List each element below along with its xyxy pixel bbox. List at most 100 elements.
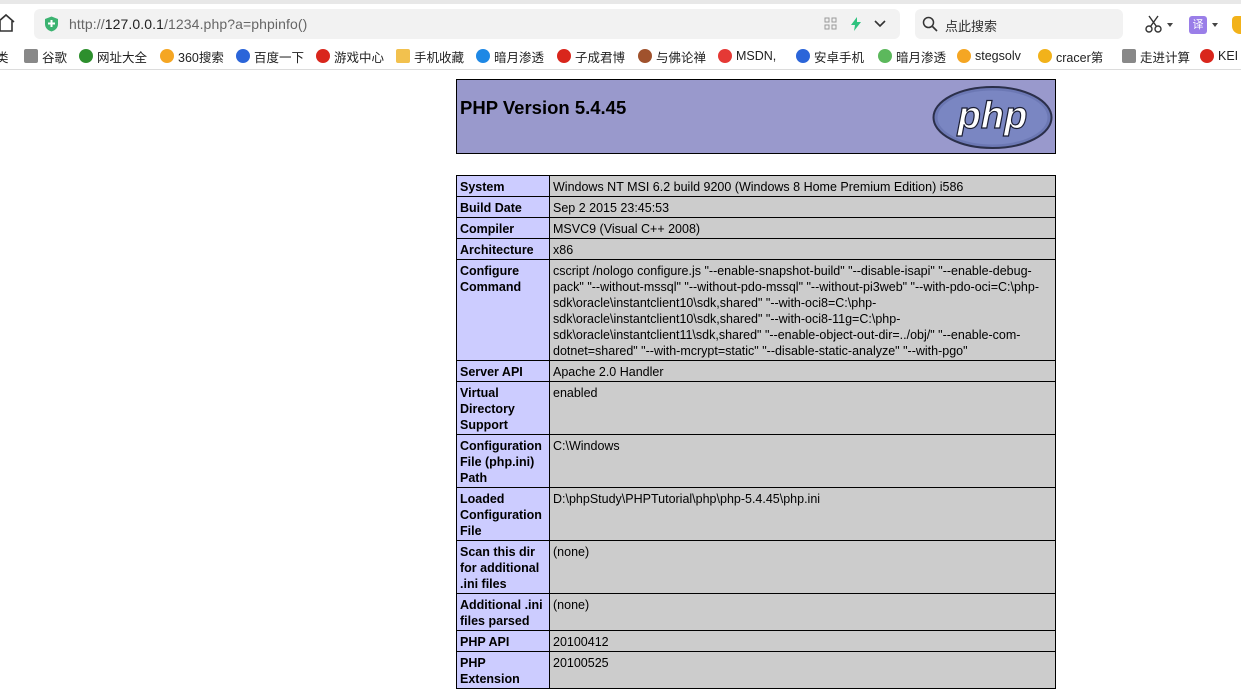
avatar-icon [638,49,652,63]
bookmark-label: 子成君博 [575,50,625,65]
row-key: System [456,175,550,197]
row-value: cscript /nologo configure.js "--enable-s… [549,259,1056,361]
bookmark-item[interactable]: 安卓手机 [796,48,868,65]
bookmark-item[interactable]: 走进计算 [1122,48,1190,65]
shield-icon [44,16,59,32]
row-value: C:\Windows [549,434,1056,488]
site-directory-icon [79,49,93,63]
php-logo[interactable]: php [932,86,1053,149]
bookmark-label: 类 [0,50,9,65]
bookmark-item[interactable]: cracer第 [1038,48,1110,65]
scissors-menu-caret-icon[interactable] [1167,23,1173,27]
row-key: PHP API [456,630,550,652]
bookmark-item[interactable]: 手机收藏 [396,48,468,65]
bookmark-item[interactable]: 暗月渗透 [878,48,948,65]
row-key: Configure Command [456,259,550,361]
table-row: PHP API 20100412 [456,630,1056,652]
row-key: Server API [456,360,550,382]
row-value: (none) [549,540,1056,594]
table-row: Loaded Configuration File D:\phpStudy\PHP… [456,487,1056,541]
row-key: Loaded Configuration File [456,487,550,541]
table-row: Virtual Directory Support enabled [456,381,1056,435]
bookmark-item[interactable]: 与佛论禅 [638,48,706,65]
bookmark-label: KEI [1218,49,1239,63]
bookmark-label: 游戏中心 [334,50,385,65]
table-row: System Windows NT MSI 6.2 build 9200 (Win… [456,175,1056,197]
table-row: Compiler MSVC9 (Visual C++ 2008) [456,217,1056,239]
bookmarks-bar: 类 谷歌 网址大全 360搜索 百度一下 游戏中心 手机收藏 暗月渗透 子成君博 与佛论禅 MSDN… [0,42,1241,70]
row-key: Architecture [456,238,550,260]
bookmark-item[interactable]: 类 [0,48,16,65]
bookmark-item[interactable]: 子成君博 [557,48,625,65]
row-key: Build Date [456,196,550,218]
translate-icon[interactable]: 译 [1189,16,1207,34]
page-icon [24,49,38,63]
bookmark-item[interactable]: stegsolv [957,48,1029,64]
table-row: Build Date Sep 2 2015 23:45:53 [456,196,1056,218]
bookmark-item[interactable]: MSDN, [718,48,788,64]
baidu-paw-icon [236,49,250,63]
scissors-icon[interactable] [1145,14,1163,34]
table-row: Configuration File (php.ini) Path C:\Wind… [456,434,1056,488]
bookmark-item[interactable]: 暗月渗透 [476,48,546,65]
search-placeholder: 点此搜索 [945,19,998,34]
row-key: Compiler [456,217,550,239]
bookmark-label: 360搜索 [178,50,224,65]
row-value: Windows NT MSI 6.2 build 9200 (Windows 8… [549,175,1056,197]
bookmark-label: cracer第 [1056,50,1104,65]
extension-shield-icon[interactable] [1232,16,1241,34]
table-row: Additional .ini files parsed (none) [456,593,1056,631]
bookmark-label: 走进计算 [1140,50,1190,65]
bookmark-item[interactable]: 游戏中心 [316,48,386,65]
chevron-down-icon[interactable] [872,16,888,32]
row-value: 20100412 [549,630,1056,652]
bookmark-item[interactable]: 谷歌 [24,48,69,65]
table-row: Server API Apache 2.0 Handler [456,360,1056,382]
grid-icon[interactable] [823,16,839,32]
phpinfo-table: System Windows NT MSI 6.2 build 9200 (Win… [456,175,1056,689]
row-value: MSVC9 (Visual C++ 2008) [549,217,1056,239]
green-dot-icon [878,49,892,63]
row-value: (none) [549,593,1056,631]
translate-menu-caret-icon[interactable] [1212,23,1218,27]
bookmark-label: 安卓手机 [814,50,865,65]
bookmark-label: 暗月渗透 [896,50,947,65]
search-box[interactable]: 点此搜索 [915,9,1123,39]
home-icon[interactable] [0,13,16,33]
crown-icon [1038,49,1052,63]
url-text[interactable]: http://127.0.0.1/1234.php?a=phpinfo() [69,16,307,32]
row-value: x86 [549,238,1056,260]
table-row: PHP Extension 20100525 [456,651,1056,689]
url-prefix: http:// [69,16,105,32]
row-value: enabled [549,381,1056,435]
row-value: 20100525 [549,651,1056,689]
game-center-icon [316,49,330,63]
bookmark-label: 手机收藏 [414,50,465,65]
bookmark-item[interactable]: KEI [1200,48,1241,64]
page-icon [1122,49,1136,63]
url-host: 127.0.0.1 [104,16,165,32]
url-path: /1234.php?a=phpinfo() [164,16,308,32]
bookmark-label: 谷歌 [42,50,68,65]
bookmark-label: 网址大全 [97,50,148,65]
search-icon [922,16,938,32]
bookmark-item[interactable]: 360搜索 [160,48,228,65]
lightning-icon[interactable] [848,16,864,32]
bookmark-label: 百度一下 [254,50,305,65]
bookmark-item[interactable]: 网址大全 [79,48,149,65]
bookmark-label: stegsolv [975,49,1021,63]
blog-icon [557,49,571,63]
row-value: D:\phpStudy\PHPTutorial\php\php-5.4.45\p… [549,487,1056,541]
page-title: PHP Version 5.4.45 [460,97,627,118]
bookmark-item[interactable]: 百度一下 [236,48,306,65]
360-search-icon [160,49,174,63]
table-row: Configure Command cscript /nologo configu… [456,259,1056,361]
row-key: Scan this dir for additional .ini files [456,540,550,594]
bookmark-label: 与佛论禅 [656,50,706,65]
msdn-icon [718,49,732,63]
table-row: Architecture x86 [456,238,1056,260]
phpinfo-header: PHP Version 5.4.45 php [456,79,1056,154]
bookmark-label: 暗月渗透 [494,50,545,65]
address-bar[interactable]: http://127.0.0.1/1234.php?a=phpinfo() [34,9,900,39]
php-logo-text: php [957,95,1028,137]
